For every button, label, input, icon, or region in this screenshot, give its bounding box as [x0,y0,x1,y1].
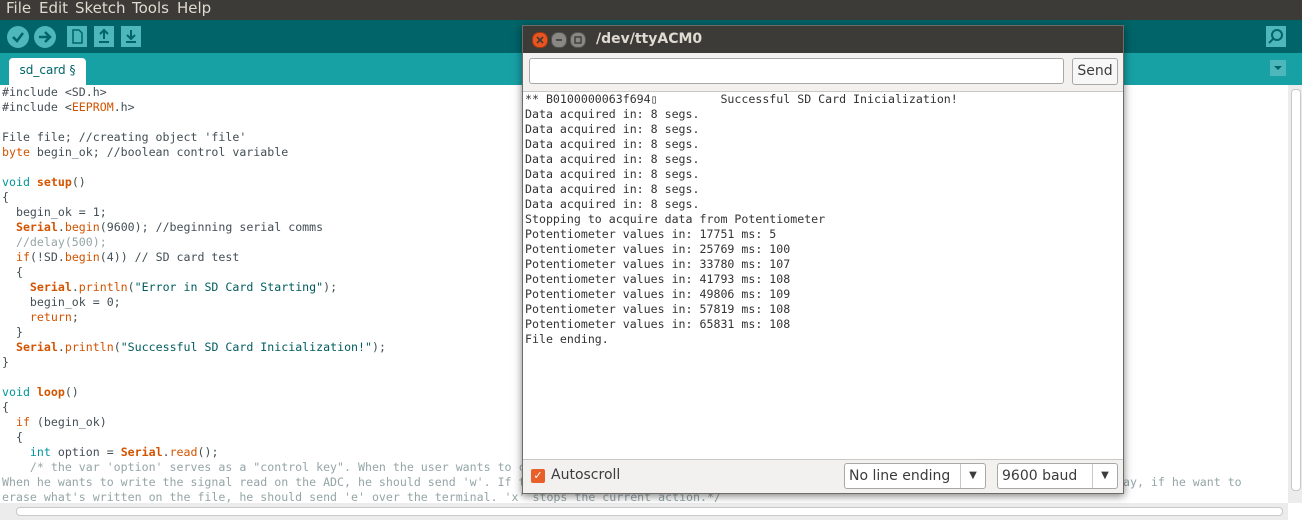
output-line: Stopping to acquire data from Potentiome… [525,212,826,226]
save-icon[interactable] [121,26,141,47]
serial-monitor-title: /dev/ttyACM0 [596,31,703,47]
output-line: Data acquired in: 8 segs. [525,137,700,151]
output-line: Data acquired in: 8 segs. [525,122,700,136]
tab-sd-card[interactable]: sd_card § [9,58,86,85]
menu-edit[interactable]: Edit [39,0,68,17]
output-line: Data acquired in: 8 segs. [525,107,700,121]
serial-output[interactable]: ** B0100000063f694▯ Successful SD Card I… [523,91,1123,460]
upload-icon[interactable] [34,26,56,48]
code-text: #include <SD.h> #include <EEPROM.h> File… [2,85,526,489]
vertical-scroll-thumb[interactable] [1291,89,1301,491]
menu-help[interactable]: Help [177,0,211,17]
serial-monitor-window: /dev/ttyACM0 Send ** B0100000063f694▯ Su… [522,25,1124,494]
output-line: Potentiometer values in: 65831 ms: 108 [525,317,791,331]
menu-file[interactable]: File [6,0,31,17]
autoscroll-label: Autoscroll [551,467,621,483]
output-line: Potentiometer values in: 57819 ms: 108 [525,302,791,316]
baud-rate-dropdown[interactable]: 9600 baud ▼ [997,463,1118,489]
output-line: Data acquired in: 8 segs. [525,182,700,196]
menu-sketch[interactable]: Sketch [75,0,126,17]
new-icon[interactable] [67,26,87,47]
baud-rate-value: 9600 baud [1002,468,1078,484]
verify-icon[interactable] [7,26,29,48]
editor-horizontal-scrollbar[interactable] [0,503,1288,520]
chevron-down-icon: ▼ [960,464,985,488]
output-line: Potentiometer values in: 49806 ms: 109 [525,287,791,301]
chevron-down-icon: ▼ [1092,464,1117,488]
tab-menu-chevron-down-icon[interactable] [1270,60,1286,76]
output-line: Data acquired in: 8 segs. [525,152,700,166]
line-ending-value: No line ending [849,468,951,484]
output-line: Potentiometer values in: 33780 ms: 107 [525,257,791,271]
menu-bar: File Edit Sketch Tools Help [0,0,1302,20]
close-icon[interactable] [532,32,548,48]
send-button[interactable]: Send [1072,58,1118,85]
output-line: Potentiometer values in: 17751 ms: 5 [525,227,777,241]
output-line: ** B0100000063f694▯ Successful SD Card I… [525,92,958,106]
horizontal-scroll-thumb[interactable] [16,507,1283,516]
autoscroll-checkbox[interactable]: ✓ [531,469,545,483]
output-line: Potentiometer values in: 41793 ms: 108 [525,272,791,286]
output-line: Data acquired in: 8 segs. [525,197,700,211]
output-line: Potentiometer values in: 25769 ms: 100 [525,242,791,256]
output-line: File ending. [525,332,609,346]
maximize-icon[interactable] [570,32,586,48]
code-text-right: ay, if he want to [1123,475,1242,489]
serial-input-field[interactable] [529,58,1064,84]
open-icon[interactable] [94,26,114,47]
editor-vertical-scrollbar[interactable] [1288,85,1302,503]
line-ending-dropdown[interactable]: No line ending ▼ [844,463,986,489]
serial-monitor-icon[interactable] [1266,26,1286,47]
minimize-icon[interactable] [551,32,567,48]
output-line: Data acquired in: 8 segs. [525,167,700,181]
menu-tools[interactable]: Tools [132,0,169,17]
serial-monitor-titlebar[interactable]: /dev/ttyACM0 [523,26,1123,53]
